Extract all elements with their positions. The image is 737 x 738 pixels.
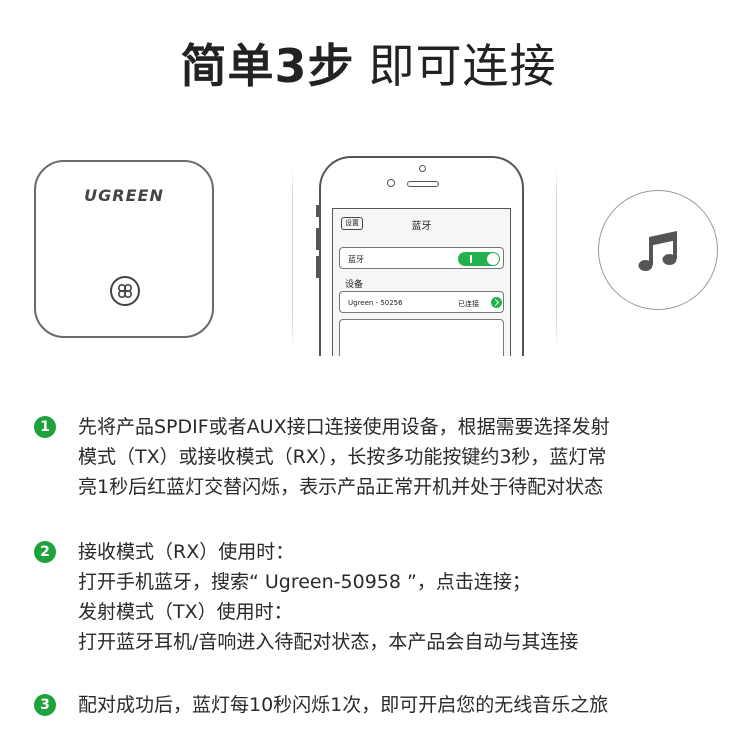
step-text: 先将产品SPDIF或者AUX接口连接使用设备，根据需要选择发射 模式（TX）或接… [78,412,737,502]
step-number-badge: 2 [34,541,56,563]
phone-camera [387,179,395,187]
step-line: 打开手机蓝牙，搜索“ Ugreen-50958 ”，点击连接； [78,571,531,593]
title-light: 即可连接 [368,39,557,93]
step-number-badge: 3 [34,694,56,716]
toggle-mark [470,255,472,263]
devices-section-label: 设备 [345,280,364,290]
device-name: Ugreen - 50256 [348,299,403,307]
phone-speaker [407,181,439,187]
phone-screen: 设置 蓝牙 蓝牙 设备 Ugreen - 50256 已连接 [332,208,511,356]
step-line: 亮1秒后红蓝灯交替闪烁，表示产品正常开机并处于待配对状态 [78,476,604,498]
title-bold: 简单3步 [180,39,355,93]
toggle-knob [487,253,499,265]
screen-header: 设置 蓝牙 [333,209,510,235]
bluetooth-toggle [458,252,500,266]
bluetooth-label: 蓝牙 [348,255,364,264]
music-note-icon [638,231,677,271]
divider-right [556,165,557,350]
step-number-badge: 1 [34,416,56,438]
clover-button-icon [110,276,140,306]
brand-logo: UGREEN [84,186,164,205]
device-row-partial [339,319,504,356]
device-row: Ugreen - 50256 已连接 [339,291,504,313]
receiver-device: UGREEN [34,160,214,338]
step-line: 接收模式（RX）使用时： [78,541,295,563]
step-text: 接收模式（RX）使用时： 打开手机蓝牙，搜索“ Ugreen-50958 ”，点… [78,537,737,657]
bluetooth-row: 蓝牙 [339,247,504,269]
step-line: 先将产品SPDIF或者AUX接口连接使用设备，根据需要选择发射 [78,416,610,438]
screen-title: 蓝牙 [411,221,432,232]
phone-sensor [419,165,426,172]
step-line: 打开蓝牙耳机/音响进入待配对状态，本产品会自动与其连接 [78,631,579,653]
step-line: 发射模式（TX）使用时： [78,601,293,623]
chevron-right-icon [491,297,502,308]
step-line: 模式（TX）或接收模式（RX），长按多功能按键约3秒，蓝灯常 [78,446,607,468]
music-circle [598,190,718,310]
phone-illustration: 设置 蓝牙 蓝牙 设备 Ugreen - 50256 已连接 [319,156,524,356]
divider-left [292,165,293,350]
device-status: 已连接 [458,300,479,308]
step-line: 配对成功后，蓝灯每10秒闪烁1次，即可开启您的无线音乐之旅 [78,694,609,716]
step-text: 配对成功后，蓝灯每10秒闪烁1次，即可开启您的无线音乐之旅 [78,690,737,720]
page-title: 简单3步 即可连接 [0,30,737,96]
